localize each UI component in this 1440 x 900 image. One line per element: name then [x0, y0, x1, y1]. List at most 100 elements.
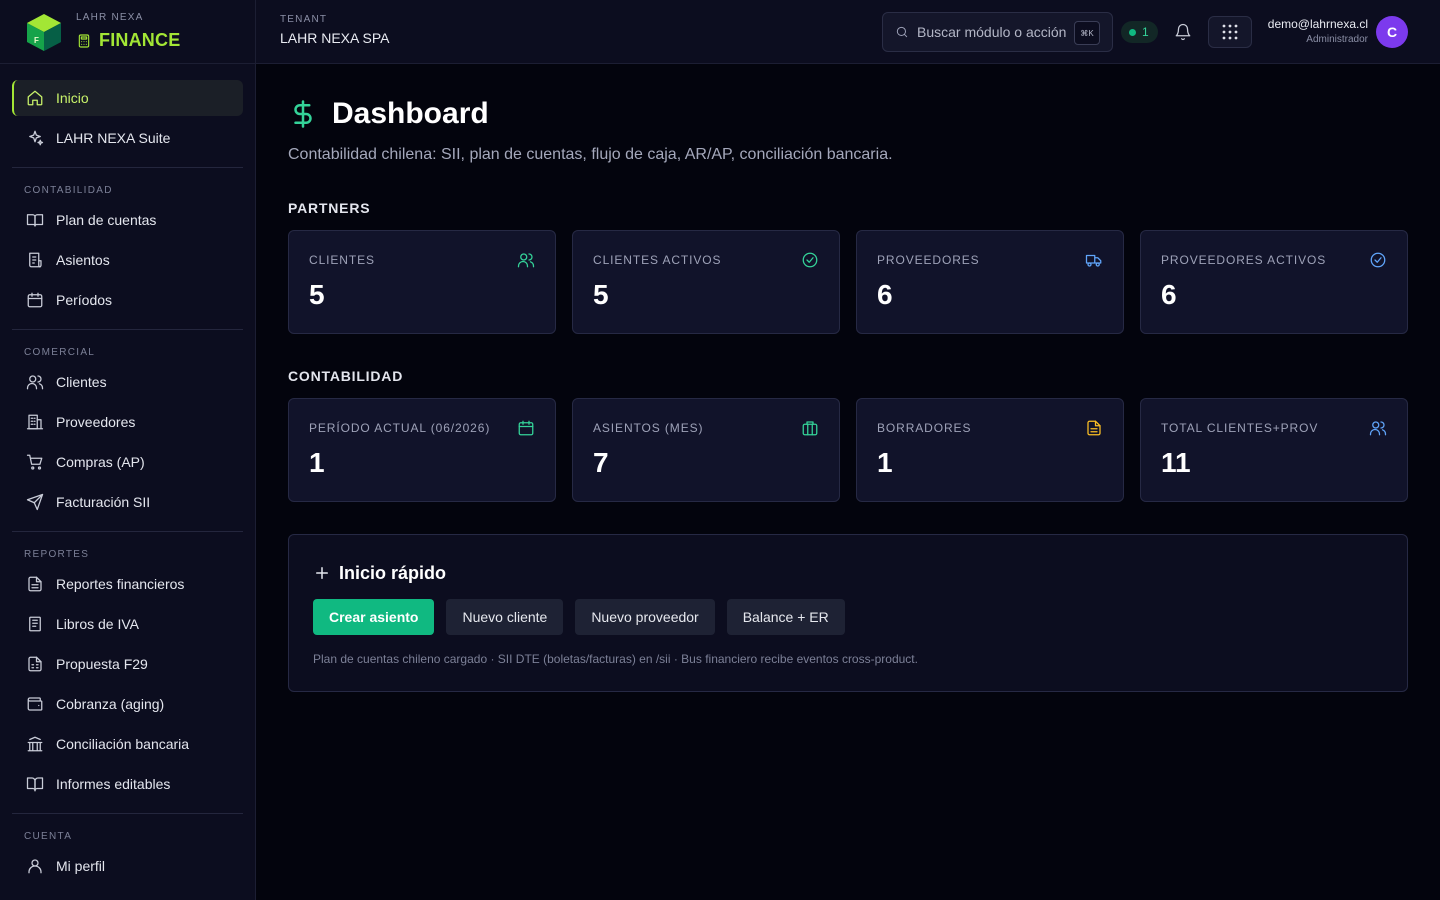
sidebar-item-suite[interactable]: LAHR NEXA Suite [12, 120, 243, 156]
card-value: 7 [593, 447, 609, 478]
card-value: 6 [877, 279, 893, 310]
sidebar-item-informes-editables[interactable]: Informes editables [12, 766, 243, 802]
product-logo[interactable]: F [24, 12, 64, 52]
sidebar-item-label: LAHR NEXA Suite [56, 130, 171, 146]
sidebar-item-label: Conciliación bancaria [56, 736, 190, 752]
file-text-icon [1087, 420, 1101, 436]
quick-start-title: Inicio rápido [339, 562, 447, 583]
notifications-button[interactable] [1174, 23, 1192, 41]
create-entry-button[interactable]: Crear asiento [313, 599, 435, 635]
group-label-reportes: REPORTES [24, 549, 90, 560]
card-label: TOTAL CLIENTES+PROV [1161, 421, 1319, 435]
tenant-label: TENANT [280, 14, 328, 25]
notebook-icon [29, 616, 41, 632]
search-shortcut: ⌘K [1074, 21, 1100, 45]
sidebar-item-proveedores[interactable]: Proveedores [12, 404, 243, 440]
card-value: 1 [309, 447, 325, 478]
plus-icon [316, 567, 328, 579]
stat-card-borradores[interactable]: BORRADORES 1 [856, 398, 1124, 502]
home-icon [27, 90, 43, 106]
receipt-icon [29, 252, 42, 268]
card-value: 1 [877, 447, 893, 478]
bank-icon [27, 736, 43, 752]
card-value: 6 [1161, 279, 1177, 310]
sidebar-item-clientes[interactable]: Clientes [12, 364, 243, 400]
file-text-icon [28, 576, 42, 592]
search-icon [896, 26, 908, 38]
briefcase-icon [802, 421, 818, 436]
stat-card-asientos-mes[interactable]: ASIENTOS (MES) 7 [572, 398, 840, 502]
check-circle-icon [1370, 252, 1386, 268]
accounting-cards: PERÍODO ACTUAL (06/2026) 1 ASIENTOS (MES… [288, 398, 1408, 502]
brand-company: LAHR NEXA [76, 12, 144, 23]
sidebar-nav: Inicio LAHR NEXA Suite CONTABILIDAD Plan… [0, 64, 255, 884]
book-icon [26, 214, 44, 227]
send-icon [26, 493, 44, 511]
sidebar-item-label: Cobranza (aging) [56, 696, 165, 712]
sidebar-item-label: Períodos [56, 292, 113, 308]
group-label-contabilidad: CONTABILIDAD [24, 185, 113, 196]
user-email: demo@lahrnexa.cl [1267, 17, 1368, 31]
sidebar-item-label: Facturación SII [56, 494, 151, 510]
sidebar-item-compras[interactable]: Compras (AP) [12, 444, 243, 480]
status-badge[interactable]: 1 [1121, 21, 1158, 43]
sidebar-item-label: Libros de IVA [56, 616, 140, 632]
tenant-info: TENANT LAHR NEXA SPA [280, 14, 389, 46]
quick-start-panel: Inicio rápido Crear asiento Nuevo client… [288, 534, 1408, 692]
calendar-icon [27, 292, 43, 308]
stat-card-total-clientes-prov[interactable]: TOTAL CLIENTES+PROV 11 [1140, 398, 1408, 502]
group-label-comercial: COMERCIAL [24, 347, 96, 358]
calculator-icon [78, 33, 90, 48]
sidebar-item-cobranza[interactable]: Cobranza (aging) [12, 686, 243, 722]
section-label-contabilidad: CONTABILIDAD [288, 368, 404, 384]
check-circle-icon [802, 252, 818, 268]
apps-button[interactable] [1208, 16, 1252, 48]
stat-card-periodo-actual[interactable]: PERÍODO ACTUAL (06/2026) 1 [288, 398, 556, 502]
svg-text:F: F [34, 36, 39, 45]
sidebar-item-asientos[interactable]: Asientos [12, 242, 243, 278]
sidebar-item-label: Proveedores [56, 414, 136, 430]
card-label: CLIENTES [309, 253, 375, 267]
balance-button[interactable]: Balance + ER [726, 599, 845, 635]
building-icon [26, 414, 44, 430]
brand-product: FINANCE [99, 30, 181, 50]
page-subtitle: Contabilidad chilena: SII, plan de cuent… [288, 146, 893, 163]
sidebar-item-inicio[interactable]: Inicio [12, 80, 243, 116]
sidebar-item-conciliacion-bancaria[interactable]: Conciliación bancaria [12, 726, 243, 762]
stat-card-clientes-activos[interactable]: CLIENTES ACTIVOS 5 [572, 230, 840, 334]
card-label: BORRADORES [877, 421, 972, 435]
partners-cards: CLIENTES 5 CLIENTES ACTIVOS 5 PROVEEDORE… [288, 230, 1408, 334]
user-info[interactable]: demo@lahrnexa.cl Administrador [1268, 17, 1368, 45]
stat-card-clientes[interactable]: CLIENTES 5 [288, 230, 556, 334]
brand-header: F LAHR NEXA FINANCE [0, 0, 255, 64]
sidebar-item-reportes-financieros[interactable]: Reportes financieros [12, 566, 243, 602]
sidebar-item-periodos[interactable]: Períodos [12, 282, 243, 318]
card-value: 5 [309, 279, 325, 310]
search-input[interactable] [917, 24, 1067, 40]
sidebar-item-label: Inicio [56, 90, 89, 106]
sidebar-item-mi-perfil[interactable]: Mi perfil [12, 848, 243, 884]
card-value: 5 [593, 279, 609, 310]
quick-start-note: Plan de cuentas chileno cargado · SII DT… [313, 652, 918, 666]
dollar-icon [294, 100, 312, 128]
bell-icon [1175, 23, 1191, 41]
card-label: PROVEEDORES ACTIVOS [1161, 253, 1327, 267]
sidebar-item-facturacion-sii[interactable]: Facturación SII [12, 484, 243, 520]
stat-card-proveedores[interactable]: PROVEEDORES 6 [856, 230, 1124, 334]
card-label: PERÍODO ACTUAL (06/2026) [309, 421, 491, 435]
sidebar-item-libros-iva[interactable]: Libros de IVA [12, 606, 243, 642]
card-label: ASIENTOS (MES) [593, 421, 704, 435]
search-box[interactable]: ⌘K [882, 12, 1113, 52]
sidebar-item-propuesta-f29[interactable]: Propuesta F29 [12, 646, 243, 682]
status-count: 1 [1142, 25, 1149, 39]
users-icon [1369, 421, 1387, 436]
new-supplier-button[interactable]: Nuevo proveedor [575, 599, 715, 635]
tenant-name: LAHR NEXA SPA [280, 30, 390, 46]
new-client-button[interactable]: Nuevo cliente [446, 599, 564, 635]
avatar[interactable]: C [1376, 16, 1408, 48]
sidebar-item-label: Informes editables [56, 776, 171, 792]
sidebar-item-plan-de-cuentas[interactable]: Plan de cuentas [12, 202, 243, 238]
stat-card-proveedores-activos[interactable]: PROVEEDORES ACTIVOS 6 [1140, 230, 1408, 334]
card-value: 11 [1161, 447, 1191, 478]
users-icon [26, 375, 44, 390]
